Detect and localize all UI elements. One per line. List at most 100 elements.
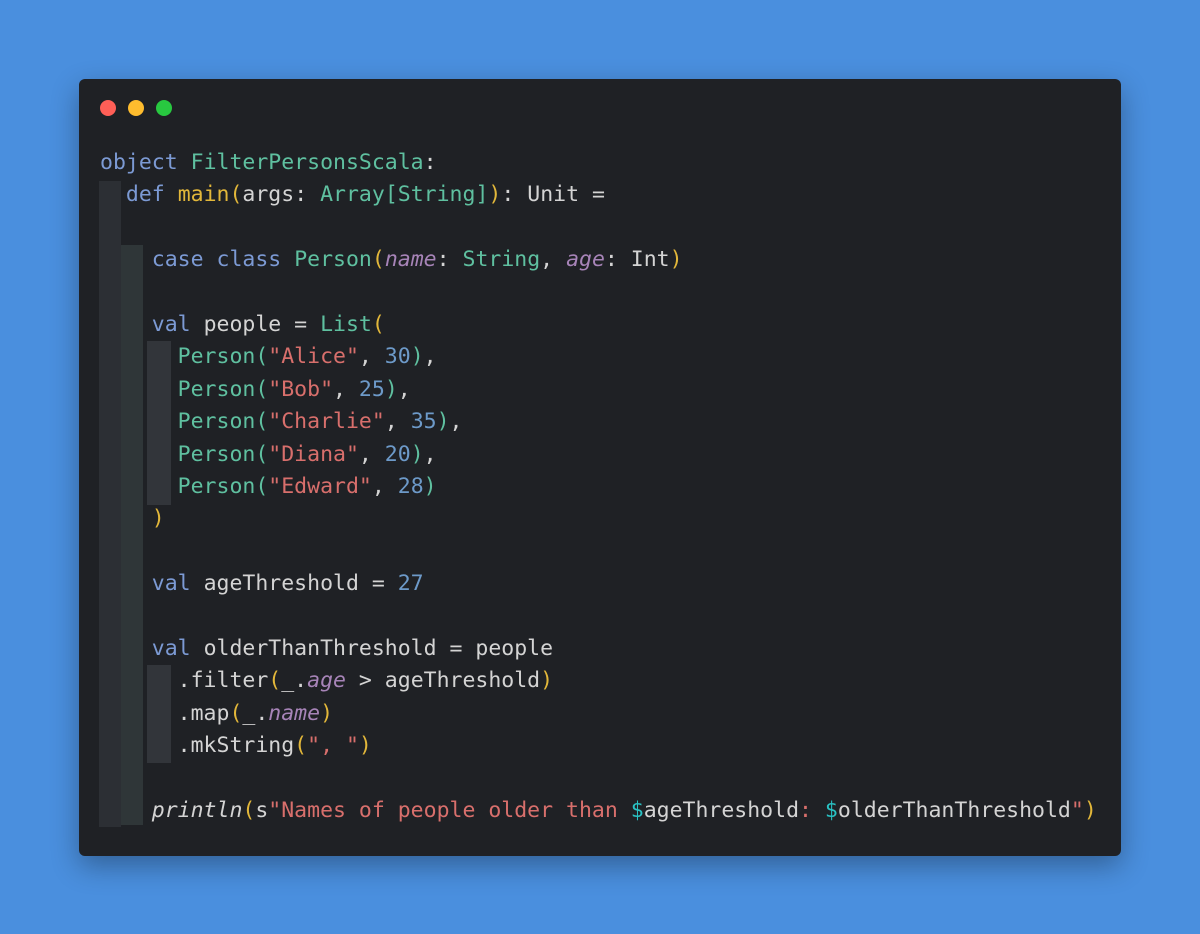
code-token: main (177, 182, 230, 208)
code-line: .map(_.name) (100, 698, 1097, 730)
code-token: case (151, 247, 204, 273)
code-token: ( (268, 668, 282, 694)
code-token: ( (371, 311, 385, 337)
code-token: ( (294, 733, 308, 759)
code-token: _. (242, 700, 269, 726)
code-token: , (540, 247, 567, 273)
code-token: ( (371, 247, 385, 273)
code-token: 30 (384, 344, 411, 370)
code-token: , (333, 376, 359, 402)
code-token: ) (410, 344, 424, 370)
code-token: ) (488, 182, 502, 208)
code-token: val (151, 571, 191, 597)
code-line: Person("Charlie", 35), (100, 406, 1097, 438)
code-token: , (384, 409, 411, 435)
code-token: ( (255, 409, 269, 435)
code-token: ( (255, 441, 269, 467)
code-line: Person("Bob", 25), (100, 374, 1097, 406)
code-token: _. (281, 668, 308, 694)
code-token: olderThanThreshold (837, 797, 1071, 823)
code-token: , (358, 441, 385, 467)
code-line: def main(args: Array[String]): Unit = (100, 179, 1097, 211)
code-token: > ageThreshold (345, 668, 541, 694)
code-line: object FilterPersonsScala: (100, 147, 1097, 179)
code-token: ) (410, 441, 424, 467)
code-token: "Edward" (268, 473, 372, 499)
code-token: $ (630, 797, 644, 823)
code-token: Person (177, 376, 256, 402)
code-token: 20 (384, 441, 411, 467)
minimize-button[interactable] (128, 100, 144, 116)
close-button[interactable] (100, 100, 116, 116)
code-token: , (423, 344, 437, 370)
code-line: .mkString(", ") (100, 730, 1097, 762)
code-token: "Alice" (268, 344, 359, 370)
code-token: name (268, 700, 321, 726)
code-line: ) (100, 503, 1097, 535)
code-token: val (151, 311, 191, 337)
code-line: .filter(_.age > ageThreshold) (100, 665, 1097, 697)
code-token: , (371, 473, 398, 499)
code-line: case class Person(name: String, age: Int… (100, 244, 1097, 276)
code-token: val (151, 635, 191, 661)
code-token: String (462, 247, 541, 273)
code-line: val olderThanThreshold = people (100, 633, 1097, 665)
code-token: ) (423, 473, 437, 499)
code-token: args (242, 182, 295, 208)
code-token: .mkString (177, 733, 295, 759)
code-token: String (397, 182, 476, 208)
code-token: .filter (177, 668, 269, 694)
code-token: ( (255, 344, 269, 370)
code-token: ) (1083, 797, 1097, 823)
code-token: ) (669, 247, 683, 273)
code-block: object FilterPersonsScala: def main(args… (100, 147, 1097, 827)
code-token: 25 (358, 376, 385, 402)
code-token: ) (384, 376, 398, 402)
code-token: : (436, 247, 463, 273)
code-window: object FilterPersonsScala: def main(args… (79, 79, 1121, 856)
code-token: 35 (410, 409, 437, 435)
code-token: ) (151, 506, 165, 532)
code-token: "Charlie" (268, 409, 385, 435)
code-token: , (449, 409, 463, 435)
zoom-button[interactable] (156, 100, 172, 116)
code-token: "Diana" (268, 441, 359, 467)
code-line: val people = List( (100, 309, 1097, 341)
code-token: : Int (604, 247, 670, 273)
code-token: ) (358, 733, 372, 759)
code-token: ( (255, 376, 269, 402)
code-token: FilterPersonsScala (190, 150, 424, 175)
code-token: ", " (307, 733, 359, 759)
code-token: class (216, 247, 282, 273)
code-token: ( (229, 182, 243, 208)
code-token: "Names of people older than (268, 797, 631, 823)
code-token: "Bob" (268, 376, 334, 402)
code-token: 28 (397, 473, 424, 499)
code-token: age (307, 668, 346, 694)
code-line: Person("Edward", 28) (100, 471, 1097, 503)
code-token: ) (436, 409, 450, 435)
code-token: " (1070, 797, 1084, 823)
code-line: Person("Diana", 20), (100, 439, 1097, 471)
code-token: : (799, 797, 825, 823)
code-token: 27 (397, 571, 424, 597)
code-line: println(s"Names of people older than $ag… (100, 795, 1097, 827)
code-token: ( (229, 700, 243, 726)
